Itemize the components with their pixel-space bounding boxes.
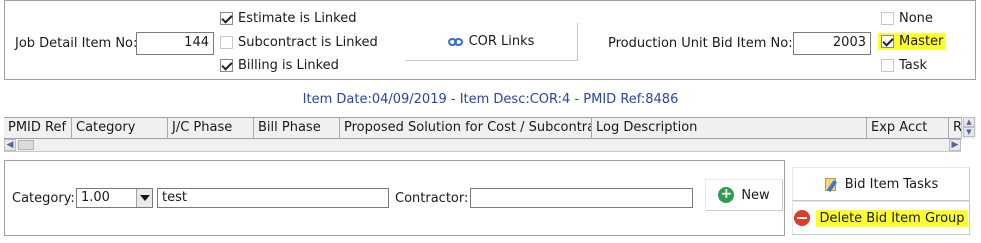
link-settings-panel: Job Detail Item No: 144 Estimate is Link… <box>4 0 976 80</box>
edit-document-icon <box>824 177 838 192</box>
new-button-label: New <box>741 187 770 203</box>
subcontract-linked-label: Subcontract is Linked <box>238 35 378 50</box>
bid-type-master-label: Master <box>899 34 944 49</box>
category-select-value: 1.00 <box>81 190 110 205</box>
item-info-text: Item Date:04/09/2019 - Item Desc:COR:4 -… <box>302 92 679 107</box>
highlight-mark <box>966 223 970 227</box>
scroll-thumb[interactable] <box>18 140 34 150</box>
bid-type-master-checkbox[interactable]: Master <box>878 33 947 50</box>
grid-horizontal-scrollbar[interactable]: ◀ ▶ <box>4 139 961 152</box>
column-header-pmid-ref[interactable]: PMID Ref <box>4 118 72 139</box>
scroll-right-icon[interactable]: ▶ <box>949 139 961 151</box>
job-detail-item-input[interactable]: 144 <box>136 32 214 55</box>
remove-circle-icon <box>794 210 811 226</box>
chevron-down-icon[interactable] <box>136 189 152 207</box>
category-form-panel: Category: 1.00 test Contractor: + New <box>4 160 785 236</box>
new-button[interactable]: + New <box>705 179 783 211</box>
column-header-exp-acct[interactable]: Exp Acct <box>867 118 949 139</box>
category-description-input[interactable]: test <box>157 188 389 208</box>
grid-vertical-scrollbar[interactable]: ▲ ▼ <box>961 117 976 139</box>
contractor-input[interactable] <box>470 188 693 208</box>
checkbox-unchecked-icon <box>881 59 894 72</box>
estimate-linked-checkbox[interactable]: Estimate is Linked <box>220 11 356 26</box>
scroll-down-icon[interactable]: ▼ <box>963 127 975 137</box>
cor-links-label: COR Links <box>468 34 535 49</box>
contractor-label: Contractor: <box>395 191 469 206</box>
cor-links-button[interactable]: COR Links <box>405 23 578 61</box>
grid-header: PMID Ref Category J/C Phase Bill Phase P… <box>4 117 976 139</box>
subcontract-linked-checkbox[interactable]: Subcontract is Linked <box>220 35 378 50</box>
scroll-left-icon[interactable]: ◀ <box>4 139 16 151</box>
delete-bid-item-group-button[interactable]: Delete Bid Item Group <box>792 201 970 235</box>
column-header-log-description[interactable]: Log Description <box>592 118 867 139</box>
column-header-bill-phase[interactable]: Bill Phase <box>254 118 340 139</box>
column-header-proposed-solution[interactable]: Proposed Solution for Cost / Subcontract <box>340 118 592 139</box>
bid-type-none-label: None <box>899 11 933 26</box>
production-unit-label: Production Unit Bid Item No: <box>608 36 793 51</box>
billing-linked-checkbox[interactable]: Billing is Linked <box>220 58 339 73</box>
production-unit-input[interactable]: 2003 <box>793 32 871 55</box>
bid-type-task-label: Task <box>899 58 928 73</box>
job-detail-item-label: Job Detail Item No: <box>15 36 138 51</box>
billing-linked-label: Billing is Linked <box>238 58 339 73</box>
column-header-category[interactable]: Category <box>72 118 168 139</box>
category-label: Category: <box>12 191 75 206</box>
delete-bid-item-group-label: Delete Bid Item Group <box>816 209 968 227</box>
checkbox-checked-icon <box>220 12 233 25</box>
bid-item-tasks-label: Bid Item Tasks <box>844 176 939 192</box>
checkbox-unchecked-icon <box>220 36 233 49</box>
add-circle-icon: + <box>718 187 735 203</box>
bid-type-none-checkbox[interactable]: None <box>881 11 933 26</box>
bid-type-task-checkbox[interactable]: Task <box>881 58 927 73</box>
bid-item-tasks-button[interactable]: Bid Item Tasks <box>792 167 970 201</box>
link-icon <box>447 37 464 47</box>
checkbox-unchecked-icon <box>881 12 894 25</box>
checkbox-checked-icon <box>220 59 233 72</box>
column-header-r[interactable]: R <box>949 118 961 139</box>
estimate-linked-label: Estimate is Linked <box>238 11 357 26</box>
category-select[interactable]: 1.00 <box>76 188 153 208</box>
scroll-up-icon[interactable]: ▲ <box>963 117 975 127</box>
column-header-jc-phase[interactable]: J/C Phase <box>168 118 254 139</box>
checkbox-checked-icon <box>881 35 894 48</box>
